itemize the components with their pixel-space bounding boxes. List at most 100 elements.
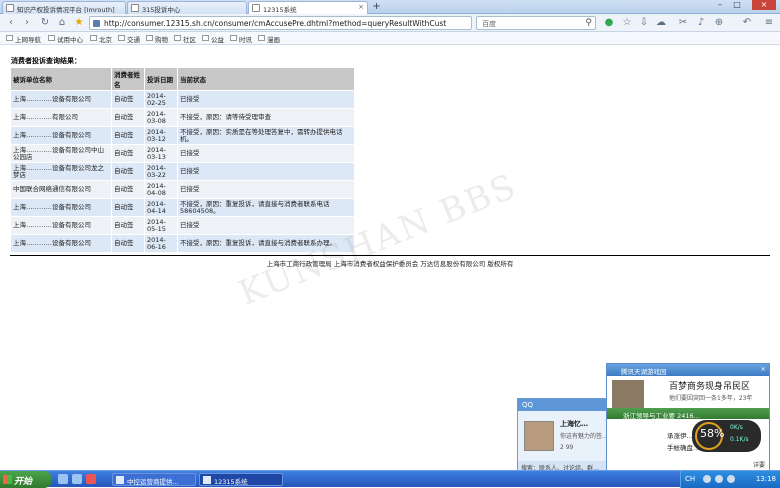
company-cell[interactable]: 上海…………设备有限公司 xyxy=(10,216,112,235)
search-input[interactable]: 百度 xyxy=(482,19,496,29)
table-row: 上海…………设备有限公司 自动签 2014-05-15 已接受 xyxy=(10,216,355,235)
company-cell[interactable]: 上海…………设备有限公司龙之梦店 xyxy=(10,162,112,181)
date-cell: 2014-06-16 xyxy=(144,234,178,253)
taskbar-task[interactable]: 中控运营商提供... xyxy=(112,473,196,486)
tray-icon[interactable] xyxy=(703,475,711,483)
back-arrow-icon[interactable]: ‹ xyxy=(4,16,18,30)
settings-icon[interactable]: ⊕ xyxy=(712,16,726,30)
bookmark-item[interactable]: 时讯 xyxy=(230,34,252,44)
company-cell[interactable]: 上海…………设备有限公司 xyxy=(10,198,112,217)
table-row: 上海…………设备有限公司 自动签 2014-03-12 不接受，原因：实质是在等处理答… xyxy=(10,126,355,145)
taskbar-task[interactable]: 12315系统 xyxy=(199,473,283,486)
status-cell: 已接受 xyxy=(177,90,355,109)
tab-item-2[interactable]: 12315系统 × xyxy=(248,1,368,14)
speed-percent: 58% xyxy=(700,427,725,440)
status-cell: 已接受 xyxy=(177,180,355,199)
favorite-star-icon[interactable]: ☆ xyxy=(620,16,634,30)
news-popup[interactable]: 腾讯天湖游戏园 × 百梦商务现身吊民区 他们要因突回一条1多年，23年 浙江领导… xyxy=(606,363,770,472)
company-cell[interactable]: 上海…………设备有限公司中山公园店 xyxy=(10,144,112,163)
qq-popup[interactable]: QQ 上海忆… 你这有魅力的签… 2 99 搜索：联系人、讨论组、群… xyxy=(517,398,607,472)
bookmark-item[interactable]: 试用中心 xyxy=(48,34,83,44)
news-more-link[interactable]: 详要 xyxy=(753,460,765,469)
minimize-button[interactable]: – xyxy=(712,0,728,10)
company-cell[interactable]: 上海…………有限公司 xyxy=(10,108,112,127)
news-headline[interactable]: 百梦商务现身吊民区 xyxy=(669,379,750,392)
taskbar: 开始 中控运营商提供... 12315系统 CH 13:18 xyxy=(0,470,780,488)
news-popup-title: 腾讯天湖游戏园 xyxy=(621,368,667,376)
bookmark-item[interactable]: 北京 xyxy=(90,34,112,44)
input-method-indicator[interactable]: CH xyxy=(685,475,695,483)
task-label: 12315系统 xyxy=(214,478,248,486)
bookmark-label: 上网导航 xyxy=(15,36,41,44)
table-row: 上海…………设备有限公司 自动签 2014-04-14 不接受，原因：重复投诉，请直接… xyxy=(10,198,355,217)
menu-icon[interactable]: ≡ xyxy=(762,16,776,30)
network-speed-widget[interactable]: 58% 0K/s 0.1K/s xyxy=(692,420,761,452)
new-tab-button[interactable]: + xyxy=(370,2,383,13)
status-cell: 已接受 xyxy=(177,216,355,235)
bookmark-item[interactable]: 购物 xyxy=(146,34,168,44)
close-icon[interactable]: × xyxy=(761,365,766,373)
status-cell: 不接受，原因：请等待受理审查 xyxy=(177,108,355,127)
app-quicklaunch-icon[interactable] xyxy=(86,474,96,484)
avatar[interactable] xyxy=(524,421,554,451)
bookmark-item[interactable]: 上网导航 xyxy=(6,34,41,44)
folder-icon xyxy=(118,35,125,41)
folder-icon xyxy=(146,35,153,41)
bookmark-item[interactable]: 社区 xyxy=(174,34,196,44)
page-icon xyxy=(131,4,139,12)
date-cell: 2014-02-25 xyxy=(144,90,178,109)
start-button[interactable]: 开始 xyxy=(0,471,52,488)
table-header-row: 被诉单位名称 消费者姓名 投诉日期 当前状态 xyxy=(10,67,355,91)
consumer-cell: 自动签 xyxy=(111,180,145,199)
bookmark-item[interactable]: 公益 xyxy=(202,34,224,44)
undo-icon[interactable]: ↶ xyxy=(740,16,754,30)
consumer-cell: 自动签 xyxy=(111,126,145,145)
download-icon[interactable]: ⇩ xyxy=(637,16,651,30)
bookmark-item[interactable]: 漫画 xyxy=(258,34,280,44)
forward-arrow-icon[interactable]: › xyxy=(20,16,34,30)
table-row: 上海…………有限公司 自动签 2014-03-08 不接受，原因：请等待受理审查 xyxy=(10,108,355,127)
tray-icon[interactable] xyxy=(727,475,735,483)
close-window-button[interactable]: × xyxy=(752,0,776,10)
column-header: 消费者姓名 xyxy=(111,67,145,91)
date-cell: 2014-03-13 xyxy=(144,144,178,163)
maximize-button[interactable]: □ xyxy=(729,0,745,10)
news-summary: 他们要因突回一条1多年，23年 xyxy=(669,395,753,402)
home-icon[interactable]: ⌂ xyxy=(55,16,69,30)
company-cell[interactable]: 中国联合网络通信有限公司 xyxy=(10,180,112,199)
start-label: 开始 xyxy=(14,477,33,487)
news-secondary-header[interactable]: 浙江领导与工业要 2416… xyxy=(607,408,769,420)
company-cell[interactable]: 上海…………设备有限公司 xyxy=(10,126,112,145)
close-tab-icon[interactable]: × xyxy=(358,3,364,11)
table-row: 上海…………设备有限公司 自动签 2014-02-25 已接受 xyxy=(10,90,355,109)
browser-quicklaunch-icon[interactable] xyxy=(58,474,68,484)
star-icon[interactable]: ★ xyxy=(72,16,86,30)
tab-item-0[interactable]: 知识产权投诉情况平台 [Imrouth] xyxy=(2,1,126,14)
ie-quicklaunch-icon[interactable] xyxy=(72,474,82,484)
address-bar[interactable]: http://consumer.12315.sh.cn/consumer/cmA… xyxy=(89,16,472,30)
table-row: 中国联合网络通信有限公司 自动签 2014-04-08 已接受 xyxy=(10,180,355,199)
column-header: 被诉单位名称 xyxy=(10,67,112,91)
company-cell[interactable]: 上海…………设备有限公司 xyxy=(10,90,112,109)
search-icon[interactable]: ⚲ xyxy=(585,18,592,28)
bookmark-item[interactable]: 交通 xyxy=(118,34,140,44)
cloud-icon[interactable]: ☁ xyxy=(654,16,668,30)
mute-icon[interactable]: ♪ xyxy=(694,16,708,30)
chat-icon[interactable]: ● xyxy=(602,16,616,30)
qq-contact-name[interactable]: 上海忆… xyxy=(560,419,588,429)
company-cell[interactable]: 上海…………设备有限公司 xyxy=(10,234,112,253)
complaint-results-table: 被诉单位名称 消费者姓名 投诉日期 当前状态 上海…………设备有限公司 自动签 20… xyxy=(10,67,355,253)
news-line[interactable]: 承涨伊… xyxy=(667,430,693,440)
consumer-cell: 自动签 xyxy=(111,162,145,181)
tray-icon[interactable] xyxy=(715,475,723,483)
date-cell: 2014-04-08 xyxy=(144,180,178,199)
tab-label: 12315系统 xyxy=(263,6,297,14)
bookmark-label: 北京 xyxy=(99,36,112,44)
tools-icon[interactable]: ✂ xyxy=(676,16,690,30)
search-box[interactable]: 百度 ⚲ xyxy=(476,16,596,30)
refresh-icon[interactable]: ↻ xyxy=(38,16,52,30)
status-cell: 已接受 xyxy=(177,162,355,181)
bookmark-label: 购物 xyxy=(155,36,168,44)
folder-icon xyxy=(174,35,181,41)
tab-item-1[interactable]: 315投诉中心 xyxy=(127,1,247,14)
